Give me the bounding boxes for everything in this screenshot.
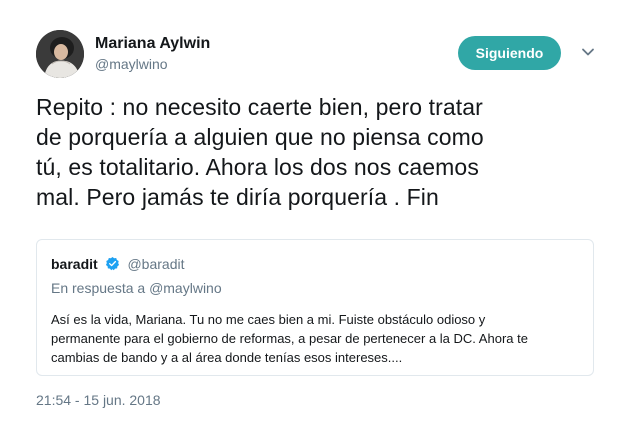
- quoted-tweet-text: Así es la vida, Mariana. Tu no me caes b…: [51, 310, 581, 367]
- tweet-text-line: tú, es totalitario. Ahora los dos nos ca…: [36, 154, 479, 180]
- tweet-text-line: de porquería a alguien que no piensa com…: [36, 124, 484, 150]
- quoted-text-line: Así es la vida, Mariana. Tu no me caes b…: [51, 312, 486, 327]
- author-handle[interactable]: @maylwino: [95, 56, 168, 72]
- tweet-text-line: Repito : no necesito caerte bien, pero t…: [36, 94, 483, 120]
- avatar-photo: [36, 30, 84, 78]
- tweet-text-line: mal. Pero jamás te diría porquería . Fin: [36, 184, 439, 210]
- author-name[interactable]: Mariana Aylwin: [95, 35, 210, 53]
- verified-badge-icon: [105, 256, 120, 274]
- quoted-tweet[interactable]: baradit @baradit En respuesta a @maylwin…: [36, 239, 594, 376]
- reply-context: En respuesta a @maylwino: [51, 280, 222, 296]
- chevron-down-icon: [582, 48, 594, 56]
- tweet-timestamp[interactable]: 21:54 - 15 jun. 2018: [36, 392, 161, 408]
- quoted-text-line: permanente para el gobierno de reformas,…: [51, 331, 528, 346]
- reply-prefix: En respuesta a: [51, 280, 146, 296]
- following-button[interactable]: Siguiendo: [458, 36, 561, 70]
- quoted-author-handle: @baradit: [127, 256, 185, 272]
- more-options-button[interactable]: [580, 44, 596, 60]
- quoted-text-line: cambias de bando y a al área donde tenía…: [51, 350, 403, 365]
- tweet-text: Repito : no necesito caerte bien, pero t…: [36, 92, 606, 212]
- quoted-tweet-header: baradit @baradit: [51, 256, 185, 274]
- avatar[interactable]: [36, 30, 84, 78]
- reply-to-handle[interactable]: @maylwino: [149, 280, 222, 296]
- quoted-author-name: baradit: [51, 256, 98, 272]
